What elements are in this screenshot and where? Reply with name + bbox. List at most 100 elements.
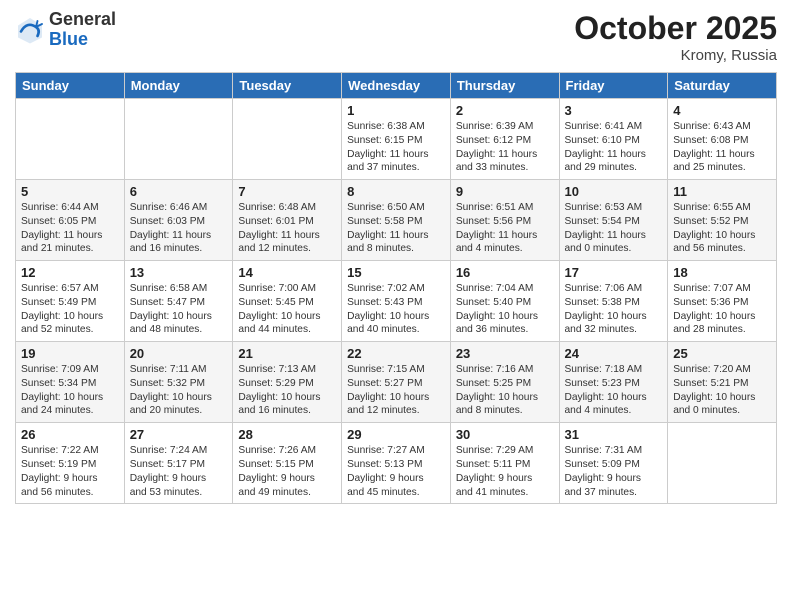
cell-w2-d5: 17 Sunrise: 7:06 AM Sunset: 5:38 PM Dayli… xyxy=(559,261,668,342)
day-info-28: Sunrise: 7:26 AM Sunset: 5:15 PM Dayligh… xyxy=(238,444,336,499)
cell-w3-d0: 19Sunrise: 7:09 AM Sunset: 5:34 PM Dayli… xyxy=(16,342,125,423)
week-row-2: 12 Sunrise: 6:57 AM Sunset: 5:49 PM Dayli… xyxy=(16,261,777,342)
cell-w1-d6: 11 Sunrise: 6:55 AM Sunset: 5:52 PM Dayli… xyxy=(668,180,777,261)
cell-w1-d2: 7Sunrise: 6:48 AM Sunset: 6:01 PM Daylig… xyxy=(233,180,342,261)
day-number-14: 14 xyxy=(238,265,336,280)
cell-w4-d1: 27 Sunrise: 7:24 AM Sunset: 5:17 PM Dayli… xyxy=(124,423,233,504)
cell-w0-d2 xyxy=(233,99,342,180)
cell-w1-d0: 5Sunrise: 6:44 AM Sunset: 6:05 PM Daylig… xyxy=(16,180,125,261)
day-info-18: Sunrise: 7:07 AM Sunset: 5:36 PM Dayligh… xyxy=(673,282,771,337)
day-info-12: Sunrise: 6:57 AM Sunset: 5:49 PM Dayligh… xyxy=(21,282,119,337)
col-sunday: Sunday xyxy=(16,73,125,99)
col-saturday: Saturday xyxy=(668,73,777,99)
col-tuesday: Tuesday xyxy=(233,73,342,99)
day-number-21: 21 xyxy=(238,346,336,361)
day-number-1: 1 xyxy=(347,103,445,118)
day-number-9: 9 xyxy=(456,184,554,199)
cell-w0-d3: 1 Sunrise: 6:38 AM Sunset: 6:15 PM Daylig… xyxy=(342,99,451,180)
day-number-10: 10 xyxy=(565,184,663,199)
day-number-25: 25 xyxy=(673,346,771,361)
day-number-3: 3 xyxy=(565,103,663,118)
cell-w2-d1: 13 Sunrise: 6:58 AM Sunset: 5:47 PM Dayli… xyxy=(124,261,233,342)
cell-w3-d4: 23Sunrise: 7:16 AM Sunset: 5:25 PM Dayli… xyxy=(450,342,559,423)
day-number-15: 15 xyxy=(347,265,445,280)
col-friday: Friday xyxy=(559,73,668,99)
day-number-29: 29 xyxy=(347,427,445,442)
day-info-16: Sunrise: 7:04 AM Sunset: 5:40 PM Dayligh… xyxy=(456,282,554,337)
day-info-22: Sunrise: 7:15 AM Sunset: 5:27 PM Dayligh… xyxy=(347,363,445,418)
cell-w0-d5: 3 Sunrise: 6:41 AM Sunset: 6:10 PM Daylig… xyxy=(559,99,668,180)
day-info-14: Sunrise: 7:00 AM Sunset: 5:45 PM Dayligh… xyxy=(238,282,336,337)
cell-w1-d3: 8 Sunrise: 6:50 AM Sunset: 5:58 PM Daylig… xyxy=(342,180,451,261)
day-number-11: 11 xyxy=(673,184,771,199)
day-info-2: Sunrise: 6:39 AM Sunset: 6:12 PM Dayligh… xyxy=(456,120,554,175)
day-number-30: 30 xyxy=(456,427,554,442)
day-number-2: 2 xyxy=(456,103,554,118)
cell-w1-d4: 9 Sunrise: 6:51 AM Sunset: 5:56 PM Daylig… xyxy=(450,180,559,261)
day-number-24: 24 xyxy=(565,346,663,361)
cell-w2-d4: 16 Sunrise: 7:04 AM Sunset: 5:40 PM Dayli… xyxy=(450,261,559,342)
day-info-11: Sunrise: 6:55 AM Sunset: 5:52 PM Dayligh… xyxy=(673,201,771,256)
day-number-4: 4 xyxy=(673,103,771,118)
day-info-9: Sunrise: 6:51 AM Sunset: 5:56 PM Dayligh… xyxy=(456,201,554,256)
cell-w2-d3: 15 Sunrise: 7:02 AM Sunset: 5:43 PM Dayli… xyxy=(342,261,451,342)
day-info-1: Sunrise: 6:38 AM Sunset: 6:15 PM Dayligh… xyxy=(347,120,445,175)
cell-w4-d2: 28Sunrise: 7:26 AM Sunset: 5:15 PM Dayli… xyxy=(233,423,342,504)
day-info-30: Sunrise: 7:29 AM Sunset: 5:11 PM Dayligh… xyxy=(456,444,554,499)
day-info-4: Sunrise: 6:43 AM Sunset: 6:08 PM Dayligh… xyxy=(673,120,771,175)
day-number-20: 20 xyxy=(130,346,228,361)
day-info-13: Sunrise: 6:58 AM Sunset: 5:47 PM Dayligh… xyxy=(130,282,228,337)
cell-w3-d2: 21 Sunrise: 7:13 AM Sunset: 5:29 PM Dayli… xyxy=(233,342,342,423)
day-info-24: Sunrise: 7:18 AM Sunset: 5:23 PM Dayligh… xyxy=(565,363,663,418)
day-info-27: Sunrise: 7:24 AM Sunset: 5:17 PM Dayligh… xyxy=(130,444,228,499)
col-monday: Monday xyxy=(124,73,233,99)
day-number-22: 22 xyxy=(347,346,445,361)
month-year: October 2025 xyxy=(574,10,777,47)
day-info-3: Sunrise: 6:41 AM Sunset: 6:10 PM Dayligh… xyxy=(565,120,663,175)
day-number-31: 31 xyxy=(565,427,663,442)
day-info-6: Sunrise: 6:46 AM Sunset: 6:03 PM Dayligh… xyxy=(130,201,228,256)
week-row-3: 19Sunrise: 7:09 AM Sunset: 5:34 PM Dayli… xyxy=(16,342,777,423)
day-info-26: Sunrise: 7:22 AM Sunset: 5:19 PM Dayligh… xyxy=(21,444,119,499)
col-thursday: Thursday xyxy=(450,73,559,99)
logo-icon xyxy=(15,15,45,45)
day-number-13: 13 xyxy=(130,265,228,280)
day-info-8: Sunrise: 6:50 AM Sunset: 5:58 PM Dayligh… xyxy=(347,201,445,256)
day-info-17: Sunrise: 7:06 AM Sunset: 5:38 PM Dayligh… xyxy=(565,282,663,337)
cell-w3-d1: 20Sunrise: 7:11 AM Sunset: 5:32 PM Dayli… xyxy=(124,342,233,423)
col-wednesday: Wednesday xyxy=(342,73,451,99)
logo-blue: Blue xyxy=(49,30,116,50)
day-number-27: 27 xyxy=(130,427,228,442)
logo-text: General Blue xyxy=(49,10,116,50)
cell-w3-d3: 22 Sunrise: 7:15 AM Sunset: 5:27 PM Dayli… xyxy=(342,342,451,423)
header: General Blue October 2025 Kromy, Russia xyxy=(15,10,777,64)
day-number-17: 17 xyxy=(565,265,663,280)
cell-w3-d6: 25Sunrise: 7:20 AM Sunset: 5:21 PM Dayli… xyxy=(668,342,777,423)
cell-w4-d3: 29 Sunrise: 7:27 AM Sunset: 5:13 PM Dayli… xyxy=(342,423,451,504)
logo: General Blue xyxy=(15,10,116,50)
cell-w0-d6: 4 Sunrise: 6:43 AM Sunset: 6:08 PM Daylig… xyxy=(668,99,777,180)
cell-w4-d6 xyxy=(668,423,777,504)
cell-w2-d0: 12 Sunrise: 6:57 AM Sunset: 5:49 PM Dayli… xyxy=(16,261,125,342)
day-info-21: Sunrise: 7:13 AM Sunset: 5:29 PM Dayligh… xyxy=(238,363,336,418)
cell-w1-d1: 6Sunrise: 6:46 AM Sunset: 6:03 PM Daylig… xyxy=(124,180,233,261)
day-info-31: Sunrise: 7:31 AM Sunset: 5:09 PM Dayligh… xyxy=(565,444,663,499)
week-row-0: 1 Sunrise: 6:38 AM Sunset: 6:15 PM Daylig… xyxy=(16,99,777,180)
day-number-8: 8 xyxy=(347,184,445,199)
day-info-15: Sunrise: 7:02 AM Sunset: 5:43 PM Dayligh… xyxy=(347,282,445,337)
day-number-12: 12 xyxy=(21,265,119,280)
calendar-header-row: Sunday Monday Tuesday Wednesday Thursday… xyxy=(16,73,777,99)
day-info-7: Sunrise: 6:48 AM Sunset: 6:01 PM Dayligh… xyxy=(238,201,336,256)
cell-w4-d5: 31 Sunrise: 7:31 AM Sunset: 5:09 PM Dayli… xyxy=(559,423,668,504)
week-row-1: 5Sunrise: 6:44 AM Sunset: 6:05 PM Daylig… xyxy=(16,180,777,261)
title-block: October 2025 Kromy, Russia xyxy=(574,10,777,64)
day-number-16: 16 xyxy=(456,265,554,280)
day-info-29: Sunrise: 7:27 AM Sunset: 5:13 PM Dayligh… xyxy=(347,444,445,499)
location: Kromy, Russia xyxy=(574,47,777,64)
cell-w4-d0: 26Sunrise: 7:22 AM Sunset: 5:19 PM Dayli… xyxy=(16,423,125,504)
cell-w2-d6: 18 Sunrise: 7:07 AM Sunset: 5:36 PM Dayli… xyxy=(668,261,777,342)
cell-w3-d5: 24 Sunrise: 7:18 AM Sunset: 5:23 PM Dayli… xyxy=(559,342,668,423)
cell-w0-d1 xyxy=(124,99,233,180)
day-number-18: 18 xyxy=(673,265,771,280)
week-row-4: 26Sunrise: 7:22 AM Sunset: 5:19 PM Dayli… xyxy=(16,423,777,504)
